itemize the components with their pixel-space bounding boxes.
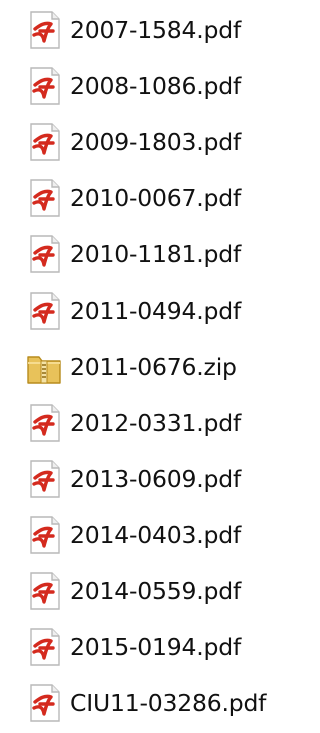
file-name: 2011-0494.pdf [70, 296, 242, 325]
file-item[interactable]: 2014-0559.pdf [22, 569, 241, 613]
file-name: 2009-1803.pdf [70, 128, 242, 157]
file-name: 2007-1584.pdf [70, 16, 242, 44]
file-item[interactable]: 2015-0194.pdf [22, 625, 241, 669]
file-item[interactable]: 2014-0403.pdf [22, 513, 241, 557]
file-item[interactable]: 2011-0494.pdf [22, 289, 241, 333]
file-name: 2012-0331.pdf [70, 408, 242, 437]
file-item[interactable]: 2009-1803.pdf [22, 120, 241, 164]
file-item[interactable]: 2008-1086.pdf [22, 64, 241, 108]
file-item[interactable]: CIU11-03286.pdf [22, 681, 266, 725]
pdf-file-icon [22, 64, 66, 108]
file-item[interactable]: 2007-1584.pdf [22, 8, 241, 52]
file-name: 2015-0194.pdf [70, 633, 242, 662]
pdf-file-icon [22, 232, 66, 276]
file-name: 2014-0403.pdf [70, 520, 242, 549]
file-name: 2013-0609.pdf [70, 464, 242, 493]
file-item[interactable]: 2012-0331.pdf [22, 401, 241, 445]
file-name: 2008-1086.pdf [70, 72, 242, 101]
pdf-file-icon [22, 120, 66, 164]
pdf-file-icon [22, 457, 66, 501]
file-name: 2010-1181.pdf [70, 240, 242, 269]
pdf-file-icon [22, 569, 66, 613]
file-item[interactable]: 2013-0609.pdf [22, 457, 241, 501]
pdf-file-icon [22, 401, 66, 445]
file-name: 2011-0676.zip [70, 352, 237, 381]
zip-folder-icon [22, 345, 66, 389]
pdf-file-icon [22, 625, 66, 669]
pdf-file-icon [22, 513, 66, 557]
file-name: 2014-0559.pdf [70, 577, 242, 605]
file-item[interactable]: 2010-1181.pdf [22, 232, 241, 276]
pdf-file-icon [22, 176, 66, 220]
pdf-file-icon [22, 8, 66, 52]
file-name: 2010-0067.pdf [70, 184, 242, 213]
pdf-file-icon [22, 681, 66, 725]
file-name: CIU11-03286.pdf [70, 689, 267, 718]
file-item[interactable]: 2010-0067.pdf [22, 176, 241, 220]
pdf-file-icon [22, 289, 66, 333]
file-item[interactable]: 2011-0676.zip [22, 345, 237, 389]
